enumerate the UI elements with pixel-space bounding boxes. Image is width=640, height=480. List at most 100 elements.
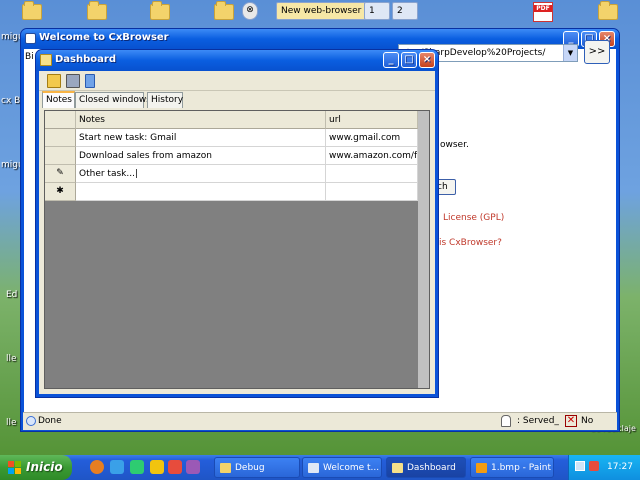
window-count-button[interactable]: 2 <box>392 2 418 20</box>
browser-app-icon <box>25 33 36 44</box>
column-header-url[interactable]: url <box>326 111 418 129</box>
taskbar-button-debug[interactable]: Debug <box>214 457 300 478</box>
dashboard-app-icon <box>40 54 52 66</box>
clock[interactable]: 17:27 <box>607 462 633 472</box>
tab-label: History <box>151 95 184 105</box>
desktop-folder-icon[interactable] <box>22 1 42 20</box>
tab-notes[interactable]: Notes <box>42 91 75 108</box>
close-box-icon: ✕ <box>565 415 577 427</box>
served-status: : Served_ <box>517 416 559 426</box>
tab-history[interactable]: History <box>147 92 183 108</box>
url-cell[interactable] <box>326 183 418 201</box>
desktop-folder-icon[interactable] <box>150 1 170 20</box>
taskbar-label: 1.bmp - Paint <box>491 463 552 473</box>
new-browser-label: New web-browser <box>281 6 362 16</box>
row-header[interactable] <box>45 147 76 165</box>
desktop-icon-label: Ed <box>6 290 18 300</box>
taskbar-button-paint[interactable]: 1.bmp - Paint <box>470 457 554 478</box>
volume-icon[interactable] <box>589 461 599 471</box>
start-label: Inicio <box>26 460 63 474</box>
notes-cell[interactable] <box>76 183 326 201</box>
messenger-icon[interactable] <box>110 460 124 474</box>
new-browser-button[interactable]: New web-browser <box>276 2 368 20</box>
new-row[interactable]: ✱ <box>45 183 418 201</box>
table-row[interactable]: Start new task: Gmail www.gmail.com <box>45 129 418 147</box>
taskbar-label: Debug <box>235 463 265 473</box>
notes-cell[interactable]: Start new task: Gmail <box>76 129 326 147</box>
app-icon[interactable] <box>186 460 200 474</box>
dashboard-toolbar <box>39 71 435 91</box>
start-button[interactable]: Inicio <box>0 455 72 480</box>
desktop-folder-icon[interactable] <box>87 1 107 20</box>
go-button[interactable]: >> <box>584 40 610 64</box>
app-icon[interactable] <box>168 460 182 474</box>
url-cell[interactable] <box>326 165 418 183</box>
close-button[interactable]: × <box>419 52 435 68</box>
folder-icon <box>220 463 231 473</box>
paint-icon <box>476 463 487 473</box>
top-toolbar-strip: ⊗ New web-browser 1 2 <box>242 2 422 20</box>
desktop-folder-icon[interactable] <box>214 1 234 20</box>
browser-tab-stub[interactable]: Bi <box>25 52 34 62</box>
windows-logo-icon <box>8 461 22 474</box>
url-cell[interactable]: www.amazon.com/f... <box>326 147 418 165</box>
taskbar-button-browser[interactable]: Welcome t... <box>302 457 382 478</box>
taskbar-button-dashboard[interactable]: Dashboard <box>386 457 466 478</box>
document-icon[interactable] <box>85 74 95 88</box>
browser-title: Welcome to CxBrowser <box>39 32 169 43</box>
nav-button[interactable]: ⊗ <box>242 2 258 20</box>
search-button[interactable]: ch <box>436 179 456 195</box>
row-header-corner <box>45 111 76 129</box>
desktop-icon-label: lle <box>6 354 17 364</box>
dashboard-title-bar[interactable]: Dashboard _ □ × <box>36 50 438 71</box>
url-cell[interactable]: www.gmail.com <box>326 129 418 147</box>
minimize-button[interactable]: _ <box>383 52 399 68</box>
table-row[interactable]: ✎ Other task...| <box>45 165 418 183</box>
desktop-icon-label: lle <box>6 418 17 428</box>
taskbar: Inicio Debug Welcome t... Dashboard 1.bm… <box>0 455 640 480</box>
notes-cell-editing[interactable]: Other task...| <box>76 165 326 183</box>
app-icon[interactable] <box>150 460 164 474</box>
close-circle-icon: ⊗ <box>246 5 254 15</box>
page-text: owser. <box>440 140 469 150</box>
app-icon[interactable] <box>130 460 144 474</box>
go-label: >> <box>588 46 606 57</box>
grid-scrollbar[interactable] <box>418 111 429 388</box>
about-link[interactable]: is CxBrowser? <box>439 238 502 248</box>
firefox-icon[interactable] <box>90 460 104 474</box>
window-count-2: 2 <box>397 6 403 16</box>
notes-cell[interactable]: Download sales from amazon <box>76 147 326 165</box>
taskbar-label: Dashboard <box>407 463 456 473</box>
dashboard-icon <box>392 463 403 473</box>
window-count-button[interactable]: 1 <box>364 2 390 20</box>
taskbar-label: Welcome t... <box>323 463 380 473</box>
dashboard-title: Dashboard <box>55 54 116 65</box>
column-header-notes[interactable]: Notes <box>76 111 326 129</box>
chevron-down-icon[interactable]: ▼ <box>563 45 577 61</box>
network-icon[interactable] <box>575 461 585 471</box>
status-text: Done <box>38 416 62 426</box>
save-icon[interactable] <box>66 74 80 88</box>
row-header[interactable] <box>45 129 76 147</box>
no-status: No <box>581 416 594 426</box>
license-link[interactable]: License (GPL) <box>443 213 504 223</box>
system-tray: 17:27 <box>568 455 640 480</box>
pdf-file-icon[interactable]: PDF <box>533 2 553 22</box>
status-bar: Done : Served_ ✕ No <box>23 412 617 430</box>
maximize-button[interactable]: □ <box>401 52 417 68</box>
user-icon <box>501 415 511 427</box>
notes-grid[interactable]: Notes url Start new task: Gmail www.gmai… <box>44 110 430 389</box>
desktop-folder-icon[interactable] <box>598 1 618 20</box>
tab-label: Notes <box>46 95 72 105</box>
table-row[interactable]: Download sales from amazon www.amazon.co… <box>45 147 418 165</box>
window-count-1: 1 <box>369 6 375 16</box>
tab-closed-windows[interactable]: Closed windows <box>75 92 151 108</box>
dashboard-window: Dashboard _ □ × Notes Closed windows His… <box>35 49 439 398</box>
edit-pencil-icon[interactable]: ✎ <box>45 165 76 183</box>
dashboard-body: Notes Closed windows History Notes url S… <box>39 71 435 394</box>
open-folder-icon[interactable] <box>47 74 61 88</box>
tab-label: Closed windows <box>79 95 151 105</box>
info-icon <box>26 416 36 426</box>
new-row-asterisk-icon[interactable]: ✱ <box>45 183 76 201</box>
grid-header-row: Notes url <box>45 111 418 129</box>
